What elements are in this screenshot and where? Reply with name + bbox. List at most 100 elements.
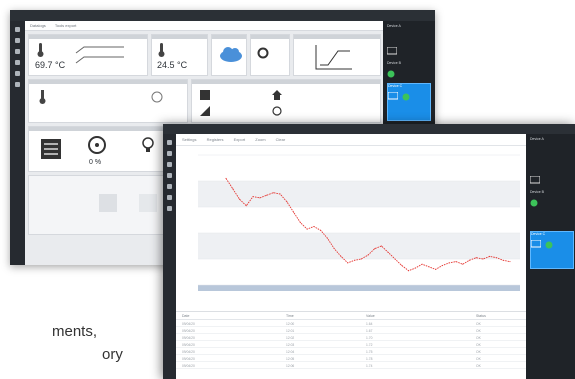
datalog-titlebar bbox=[163, 124, 575, 134]
device-card[interactable]: Device A bbox=[530, 137, 574, 167]
monitor-icon bbox=[529, 175, 541, 184]
table-cell: OK bbox=[476, 357, 481, 361]
datalog-table: Date Time Value Status 09/04/20 12:00 1.64 OK 0… bbox=[176, 311, 526, 379]
table-header-cell[interactable]: Status bbox=[476, 314, 486, 318]
toolbar-clear[interactable]: Clear bbox=[276, 137, 286, 142]
data-point bbox=[347, 262, 349, 264]
table-cell: 09/04/20 bbox=[182, 329, 195, 333]
home-icon[interactable] bbox=[167, 140, 172, 145]
placeholder-icon bbox=[99, 194, 117, 212]
data-point bbox=[245, 205, 247, 207]
table-row[interactable]: 09/04/20 12:05 1.78 OK bbox=[176, 355, 526, 362]
data-point bbox=[502, 259, 504, 261]
table-cell: 1.70 bbox=[366, 336, 373, 340]
data-point bbox=[326, 237, 328, 239]
curve-icon bbox=[315, 45, 352, 70]
home-icon[interactable] bbox=[15, 27, 20, 32]
data-point bbox=[320, 229, 322, 231]
data-point bbox=[293, 211, 295, 213]
device-card-active[interactable]: Device C bbox=[530, 231, 574, 269]
curve-panel bbox=[293, 34, 381, 76]
table-row[interactable]: 09/04/20 12:00 1.64 OK bbox=[176, 320, 526, 327]
table-row[interactable]: 09/04/20 12:06 1.74 OK bbox=[176, 362, 526, 369]
table-cell: OK bbox=[476, 336, 481, 340]
toolbar-export[interactable]: Tools export bbox=[55, 23, 77, 28]
toolbar-registers[interactable]: Registers bbox=[207, 137, 224, 142]
data-point bbox=[475, 257, 477, 259]
table-cell: 1.78 bbox=[366, 357, 373, 361]
device-card-active[interactable]: Device C bbox=[387, 83, 431, 121]
table-cell: 09/04/20 bbox=[182, 350, 195, 354]
data-point bbox=[428, 266, 430, 268]
table-cell: 12:04 bbox=[286, 350, 295, 354]
monitor-icon bbox=[386, 46, 398, 55]
datalog-line-chart[interactable] bbox=[176, 147, 526, 307]
export-icon[interactable] bbox=[167, 206, 172, 211]
thermometer-icon bbox=[158, 43, 165, 57]
list-icon[interactable] bbox=[15, 49, 20, 54]
settings-icon[interactable] bbox=[15, 60, 20, 65]
fan-percent-value: 0 % bbox=[89, 159, 102, 166]
table-row[interactable]: 09/04/20 12:02 1.70 OK bbox=[176, 334, 526, 341]
table-cell: 1.74 bbox=[366, 364, 373, 368]
alarm-icon[interactable] bbox=[167, 184, 172, 189]
chart-icon[interactable] bbox=[167, 151, 172, 156]
data-point bbox=[354, 259, 355, 261]
table-row[interactable]: 09/04/20 12:03 1.72 OK bbox=[176, 341, 526, 348]
datalog-window: Settings Registers Export Zoom Clear Dat… bbox=[163, 124, 575, 379]
data-point bbox=[435, 268, 437, 270]
data-point bbox=[367, 254, 369, 256]
band-shade bbox=[198, 233, 520, 259]
toolbar-settings[interactable]: Settings bbox=[182, 137, 196, 142]
data-point bbox=[259, 197, 261, 199]
data-point bbox=[441, 265, 443, 266]
table-cell: 12:06 bbox=[286, 364, 295, 368]
chart-icon bbox=[200, 106, 210, 116]
table-header-cell[interactable]: Date bbox=[182, 314, 189, 318]
data-point bbox=[279, 193, 281, 195]
toolbar-export[interactable]: Export bbox=[234, 137, 246, 142]
background-text-line: ory bbox=[102, 346, 123, 363]
toolbar-zoom[interactable]: Zoom bbox=[255, 137, 265, 142]
data-point bbox=[306, 228, 308, 230]
data-point bbox=[266, 194, 268, 196]
toolbar-datalogs[interactable]: Datalogs bbox=[30, 23, 46, 28]
alarm-icon[interactable] bbox=[15, 71, 20, 76]
table-cell: OK bbox=[476, 322, 481, 326]
wifi-icon bbox=[402, 93, 410, 101]
table-cell: 09/04/20 bbox=[182, 343, 195, 347]
data-point bbox=[387, 252, 389, 253]
data-point bbox=[448, 262, 450, 264]
table-cell: 12:05 bbox=[286, 357, 295, 361]
weather-panel bbox=[211, 34, 247, 76]
data-point bbox=[299, 222, 301, 224]
data-point bbox=[360, 258, 362, 260]
chart-icon[interactable] bbox=[15, 38, 20, 43]
temperature-value-2: 24.5 °C bbox=[157, 60, 188, 70]
table-body: 09/04/20 12:00 1.64 OK 09/04/20 12:01 1.67 OK 09… bbox=[176, 320, 526, 369]
table-header-cell[interactable]: Value bbox=[366, 314, 375, 318]
table-header-cell[interactable]: Time bbox=[286, 314, 294, 318]
range-scrollbar[interactable] bbox=[198, 285, 520, 291]
temperature-value-1: 69.7 °C bbox=[35, 60, 66, 70]
thermometer-icon bbox=[37, 43, 44, 57]
user-icon[interactable] bbox=[167, 195, 172, 200]
cloud-icon bbox=[220, 47, 242, 62]
table-cell: OK bbox=[476, 350, 481, 354]
settings-icon[interactable] bbox=[167, 173, 172, 178]
table-cell: 09/04/20 bbox=[182, 336, 195, 340]
user-icon[interactable] bbox=[15, 82, 20, 87]
table-row[interactable]: 09/04/20 12:01 1.67 OK bbox=[176, 327, 526, 334]
device-card[interactable]: Device B bbox=[529, 172, 574, 207]
device-card[interactable]: Device B bbox=[386, 43, 431, 78]
refresh-icon bbox=[151, 91, 163, 103]
data-point bbox=[496, 257, 497, 259]
list-icon[interactable] bbox=[167, 162, 172, 167]
table-cell: 1.72 bbox=[366, 343, 373, 347]
table-row[interactable]: 09/04/20 12:04 1.75 OK bbox=[176, 348, 526, 355]
data-point bbox=[401, 265, 403, 266]
fan-panel: 0 % bbox=[28, 126, 173, 172]
data-point bbox=[468, 259, 470, 261]
placeholder-panel bbox=[28, 175, 173, 235]
band-shade bbox=[198, 181, 520, 207]
